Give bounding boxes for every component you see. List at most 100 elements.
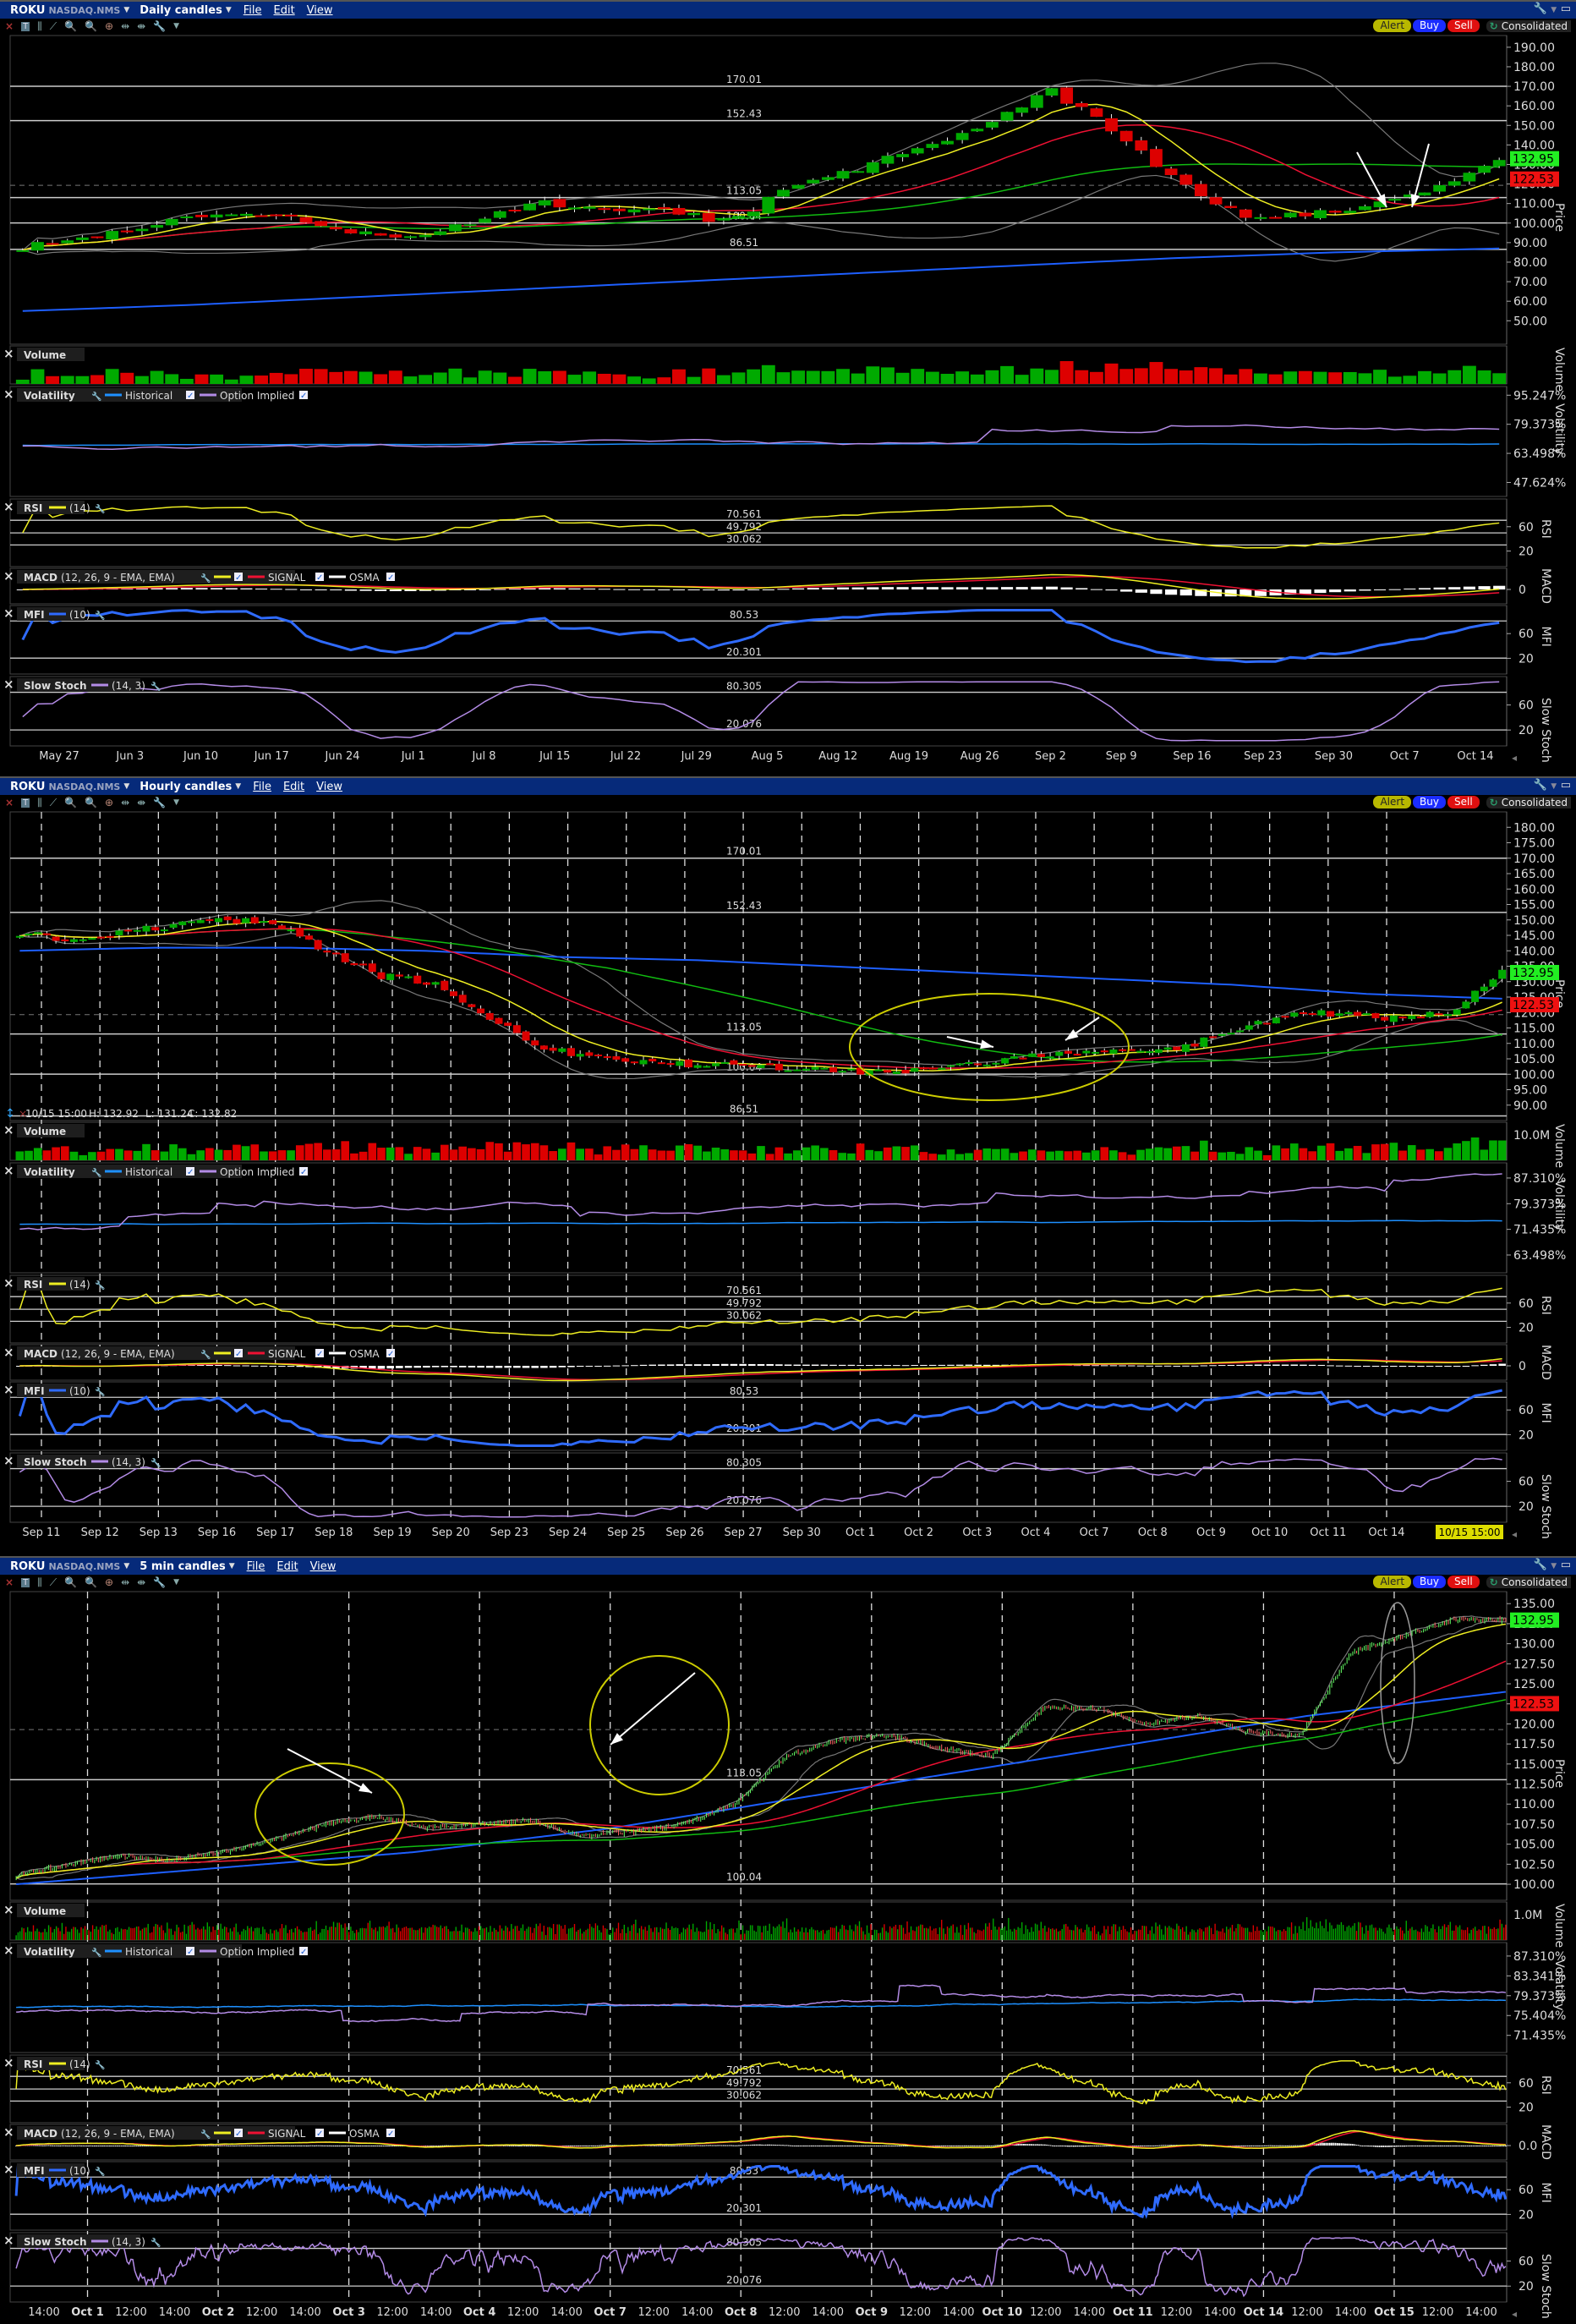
crosshair-icon[interactable]: ⊕ — [105, 20, 113, 32]
edit-indicator-icon[interactable]: 🔧 — [150, 2237, 161, 2248]
edit-indicator-icon[interactable]: 🔧 — [200, 573, 211, 584]
bar-type-icon[interactable]: ⫼ — [37, 797, 42, 809]
text-tool-icon[interactable]: T — [21, 798, 30, 808]
edit-indicator-icon[interactable]: 🔧 — [200, 1349, 211, 1360]
edit-indicator-icon[interactable]: 🔧 — [150, 1457, 161, 1468]
indicator-legend[interactable]: × Slow Stoch (14, 3) 🔧 — [3, 2233, 161, 2248]
indicator-legend[interactable]: × Volatility 🔧 Historical ✓ Option Implied ✓ — [3, 1943, 308, 1958]
menu-file[interactable]: File — [253, 781, 271, 793]
edit-indicator-icon[interactable]: 🔧 — [95, 503, 105, 514]
crosshair-icon[interactable]: ⊕ — [105, 797, 113, 808]
close-indicator-icon[interactable]: × — [3, 346, 14, 361]
consolidated-toggle[interactable]: ↻ Consolidated — [1486, 796, 1571, 808]
symbol-label[interactable]: ROKU — [10, 4, 45, 17]
chevron-down-icon[interactable]: ▼ — [226, 6, 232, 14]
scroll-left-icon[interactable]: ◂ — [1512, 2308, 1517, 2320]
indicator-legend[interactable]: × MFI (10) 🔧 — [3, 2162, 105, 2177]
timeframe-selector[interactable]: Daily candles — [140, 4, 222, 17]
indicator-legend[interactable]: × MFI (10) 🔧 — [3, 1382, 105, 1397]
indicator-legend[interactable]: × Volatility 🔧 Historical ✓ Option Implied ✓ — [3, 1163, 308, 1178]
indicator-legend[interactable]: × Volume — [3, 1902, 85, 1917]
edit-indicator-icon[interactable]: 🔧 — [200, 2129, 211, 2140]
consolidated-toggle[interactable]: ↻ Consolidated — [1486, 19, 1571, 32]
annotation-ellipse[interactable] — [589, 1655, 730, 1795]
menu-file[interactable]: File — [244, 4, 262, 17]
chevron-down-icon[interactable]: ▼ — [1551, 782, 1557, 791]
indicator-legend[interactable]: × Volatility 🔧 Historical ✓ Option Implied ✓ — [3, 386, 308, 402]
window-icon[interactable]: ▭ — [1561, 3, 1571, 15]
zoom-in-icon[interactable]: 🔍 — [64, 797, 77, 808]
timeframe-selector[interactable]: Hourly candles — [140, 781, 232, 793]
menu-view[interactable]: View — [310, 1560, 337, 1573]
annotation-arrow[interactable] — [610, 1672, 696, 1746]
menu-file[interactable]: File — [247, 1560, 265, 1573]
close-icon[interactable]: × — [5, 20, 14, 32]
wrench-icon[interactable]: 🔧 — [1534, 3, 1547, 15]
close-indicator-icon[interactable]: × — [3, 1122, 14, 1137]
close-indicator-icon[interactable]: × — [3, 2124, 14, 2140]
indicator-legend[interactable]: × Volume — [3, 1122, 85, 1137]
close-indicator-icon[interactable]: × — [3, 2055, 14, 2070]
edit-indicator-icon[interactable]: 🔧 — [95, 610, 105, 621]
annotation-arrow[interactable] — [287, 1748, 373, 1794]
edit-indicator-icon[interactable]: 🔧 — [95, 2059, 105, 2070]
indicator-legend[interactable]: × Slow Stoch (14, 3) 🔧 — [3, 1453, 161, 1468]
chevron-down-icon[interactable]: ▼ — [123, 782, 129, 791]
bar-type-icon[interactable]: ⫼ — [37, 1576, 42, 1589]
compress-icon[interactable]: ⇼ — [137, 1576, 145, 1588]
crosshair-icon[interactable]: ⊕ — [105, 1576, 113, 1588]
compress-icon[interactable]: ⇼ — [137, 797, 145, 808]
compress-icon[interactable]: ⇼ — [137, 20, 145, 32]
close-indicator-icon[interactable]: × — [3, 2233, 14, 2248]
edit-indicator-icon[interactable]: 🔧 — [95, 2166, 105, 2177]
chart-area[interactable]: 180.00175.00170.00165.00160.00155.00150.… — [0, 810, 1576, 1541]
edit-indicator-icon[interactable]: 🔧 — [95, 1280, 105, 1291]
scroll-left-icon[interactable]: ◂ — [1512, 752, 1517, 764]
timeframe-selector[interactable]: 5 min candles — [140, 1560, 225, 1573]
expand-icon[interactable]: ⇹ — [121, 1576, 129, 1588]
scroll-left-icon[interactable]: ◂ — [1512, 1528, 1517, 1540]
edit-indicator-icon[interactable]: 🔧 — [95, 1386, 105, 1397]
alert-button[interactable]: Alert — [1373, 1576, 1412, 1588]
close-indicator-icon[interactable]: × — [3, 1163, 14, 1178]
edit-indicator-icon[interactable]: 🔧 — [91, 391, 101, 402]
close-indicator-icon[interactable]: × — [3, 1902, 14, 1917]
menu-view[interactable]: View — [307, 4, 333, 17]
expand-icon[interactable]: ⇹ — [121, 20, 129, 32]
chevron-down-icon[interactable]: ▼ — [123, 1562, 129, 1570]
indicator-legend[interactable]: × Slow Stoch (14, 3) 🔧 — [3, 677, 161, 692]
chart-area[interactable]: 190.00180.00170.00160.00150.00140.00130.… — [0, 34, 1576, 765]
move-pane-icon[interactable]: ↕ — [5, 1107, 15, 1121]
chevron-down-icon[interactable]: ▼ — [229, 1562, 235, 1570]
expand-icon[interactable]: ⇹ — [121, 797, 129, 808]
settings-wrench-icon[interactable]: 🔧 — [153, 1576, 166, 1588]
chevron-down-icon[interactable]: ▼ — [173, 22, 179, 30]
chart-area[interactable]: 135.00132.50130.00127.50125.00122.50120.… — [0, 1590, 1576, 2321]
close-indicator-icon[interactable]: × — [3, 1453, 14, 1468]
indicator-legend[interactable]: × RSI (14) 🔧 — [3, 2055, 105, 2070]
close-indicator-icon[interactable]: × — [3, 606, 14, 621]
chevron-down-icon[interactable]: ▼ — [1551, 6, 1557, 14]
indicator-legend[interactable]: × MACD (12, 26, 9 - EMA, EMA) 🔧 ✓ SIGNAL ✓ OSMA… — [3, 2124, 395, 2140]
close-indicator-icon[interactable]: × — [3, 1943, 14, 1958]
chevron-down-icon[interactable]: ▼ — [123, 6, 129, 14]
draw-line-icon[interactable]: ⟋ — [50, 797, 57, 809]
menu-view[interactable]: View — [316, 781, 342, 793]
indicator-legend[interactable]: × MFI (10) 🔧 — [3, 606, 105, 621]
close-indicator-icon[interactable]: × — [3, 1345, 14, 1360]
edit-indicator-icon[interactable]: 🔧 — [91, 1947, 101, 1958]
close-icon[interactable]: × — [5, 797, 14, 808]
alert-button[interactable]: Alert — [1373, 796, 1412, 808]
indicator-legend[interactable]: × MACD (12, 26, 9 - EMA, EMA) 🔧 ✓ SIGNAL ✓ OSMA… — [3, 568, 395, 584]
close-indicator-icon[interactable]: × — [3, 386, 14, 402]
symbol-label[interactable]: ROKU — [10, 781, 45, 793]
edit-indicator-icon[interactable]: 🔧 — [91, 1167, 101, 1178]
chevron-down-icon[interactable]: ▼ — [173, 1578, 179, 1587]
text-tool-icon[interactable]: T — [21, 1577, 30, 1587]
close-indicator-icon[interactable]: × — [3, 677, 14, 692]
buy-button[interactable]: Buy — [1413, 1576, 1446, 1588]
indicator-legend[interactable]: × Volume — [3, 346, 85, 361]
buy-button[interactable]: Buy — [1413, 19, 1446, 32]
window-icon[interactable]: ▭ — [1561, 779, 1571, 792]
zoom-out-icon[interactable]: 🔍 — [85, 20, 97, 32]
